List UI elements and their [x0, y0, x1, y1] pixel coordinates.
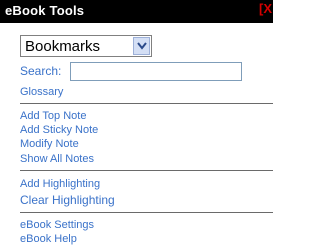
- glossary-link[interactable]: Glossary: [20, 86, 63, 98]
- add-highlighting-link[interactable]: Add Highlighting: [20, 178, 100, 190]
- ebook-settings-link[interactable]: eBook Settings: [20, 219, 94, 231]
- title-bar: eBook Tools [X: [0, 0, 273, 23]
- ebook-tools-panel: eBook Tools [X Bookmarks Search: Glossar…: [0, 0, 273, 252]
- search-input[interactable]: [70, 62, 242, 81]
- panel-title: eBook Tools: [5, 3, 85, 18]
- ebook-help-link[interactable]: eBook Help: [20, 233, 77, 245]
- add-sticky-note-link[interactable]: Add Sticky Note: [20, 124, 98, 136]
- search-label: Search:: [20, 64, 62, 78]
- close-button[interactable]: [X: [259, 1, 273, 19]
- modify-note-link[interactable]: Modify Note: [20, 138, 79, 150]
- show-all-notes-link[interactable]: Show All Notes: [20, 153, 94, 165]
- divider: [20, 212, 273, 213]
- chevron-down-icon[interactable]: [133, 37, 150, 55]
- clear-highlighting-link[interactable]: Clear Highlighting: [20, 193, 115, 207]
- tools-select[interactable]: Bookmarks: [20, 35, 152, 57]
- add-top-note-link[interactable]: Add Top Note: [20, 110, 86, 122]
- divider: [20, 103, 273, 104]
- tools-select-value: Bookmarks: [25, 38, 101, 55]
- divider: [20, 170, 273, 171]
